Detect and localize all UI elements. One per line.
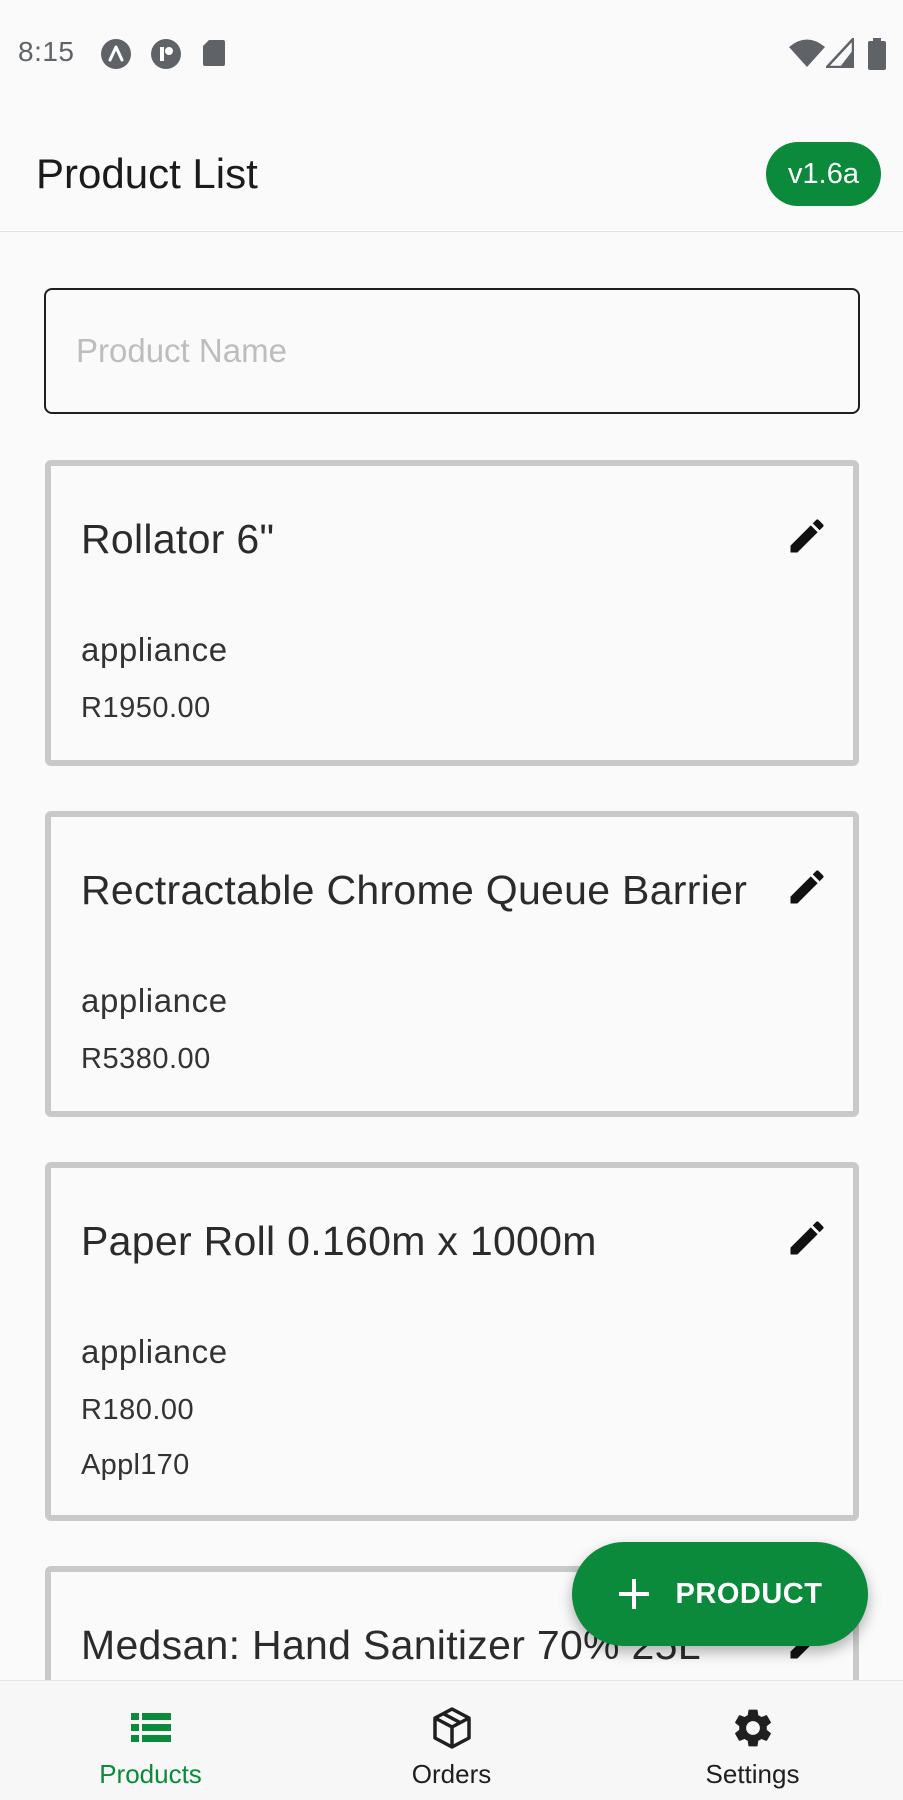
nav-label-products: Products: [99, 1759, 202, 1789]
sd-card-icon: [203, 40, 225, 66]
product-code: Appl170: [81, 1449, 190, 1481]
edit-icon[interactable]: [785, 514, 829, 558]
nav-label-orders: Orders: [411, 1759, 492, 1789]
status-bar: 8:15: [0, 0, 903, 110]
product-card[interactable]: Rollator 6" appliance R1950.00: [45, 460, 859, 766]
product-card[interactable]: Paper Roll 0.160m x 1000m appliance R180…: [45, 1162, 859, 1521]
version-badge: v1.6a: [766, 142, 881, 206]
edit-icon[interactable]: [785, 865, 829, 909]
gear-icon: [734, 1709, 771, 1747]
battery-icon: [868, 38, 886, 70]
package-icon: [432, 1707, 471, 1749]
p-circle-icon: [151, 39, 181, 69]
cell-signal-icon: [826, 38, 854, 68]
wifi-icon: [789, 39, 825, 67]
add-product-button[interactable]: PRODUCT: [572, 1542, 868, 1646]
product-price: R5380.00: [81, 1043, 211, 1075]
page-title: Product List: [36, 150, 258, 197]
nav-item-orders[interactable]: Orders: [301, 1681, 602, 1800]
a-circle-icon: [101, 39, 131, 69]
product-category: appliance: [81, 982, 228, 1019]
product-title: Rollator 6": [81, 516, 275, 562]
product-list[interactable]: Rollator 6" appliance R1950.00 Rectracta…: [0, 450, 903, 1680]
edit-icon[interactable]: [785, 1216, 829, 1260]
product-title: Paper Roll 0.160m x 1000m: [81, 1218, 597, 1264]
product-price: R1950.00: [81, 692, 211, 724]
list-icon: [130, 1713, 171, 1742]
nav-item-products[interactable]: Products: [0, 1681, 301, 1800]
product-card[interactable]: Rectractable Chrome Queue Barrier applia…: [45, 811, 859, 1117]
plus-icon: [618, 1579, 649, 1609]
status-time: 8:15: [18, 36, 75, 67]
app-bar: Product List v1.6a: [0, 110, 903, 232]
nav-item-settings[interactable]: Settings: [602, 1681, 903, 1800]
product-category: appliance: [81, 631, 228, 668]
product-price: R180.00: [81, 1394, 195, 1426]
product-name-search-input[interactable]: [44, 288, 860, 414]
product-category: appliance: [81, 1333, 228, 1370]
bottom-navigation: Products Orders Settings: [0, 1680, 903, 1800]
add-product-label: PRODUCT: [675, 1577, 823, 1610]
nav-label-settings: Settings: [705, 1759, 800, 1789]
product-title: Rectractable Chrome Queue Barrier: [81, 867, 748, 913]
